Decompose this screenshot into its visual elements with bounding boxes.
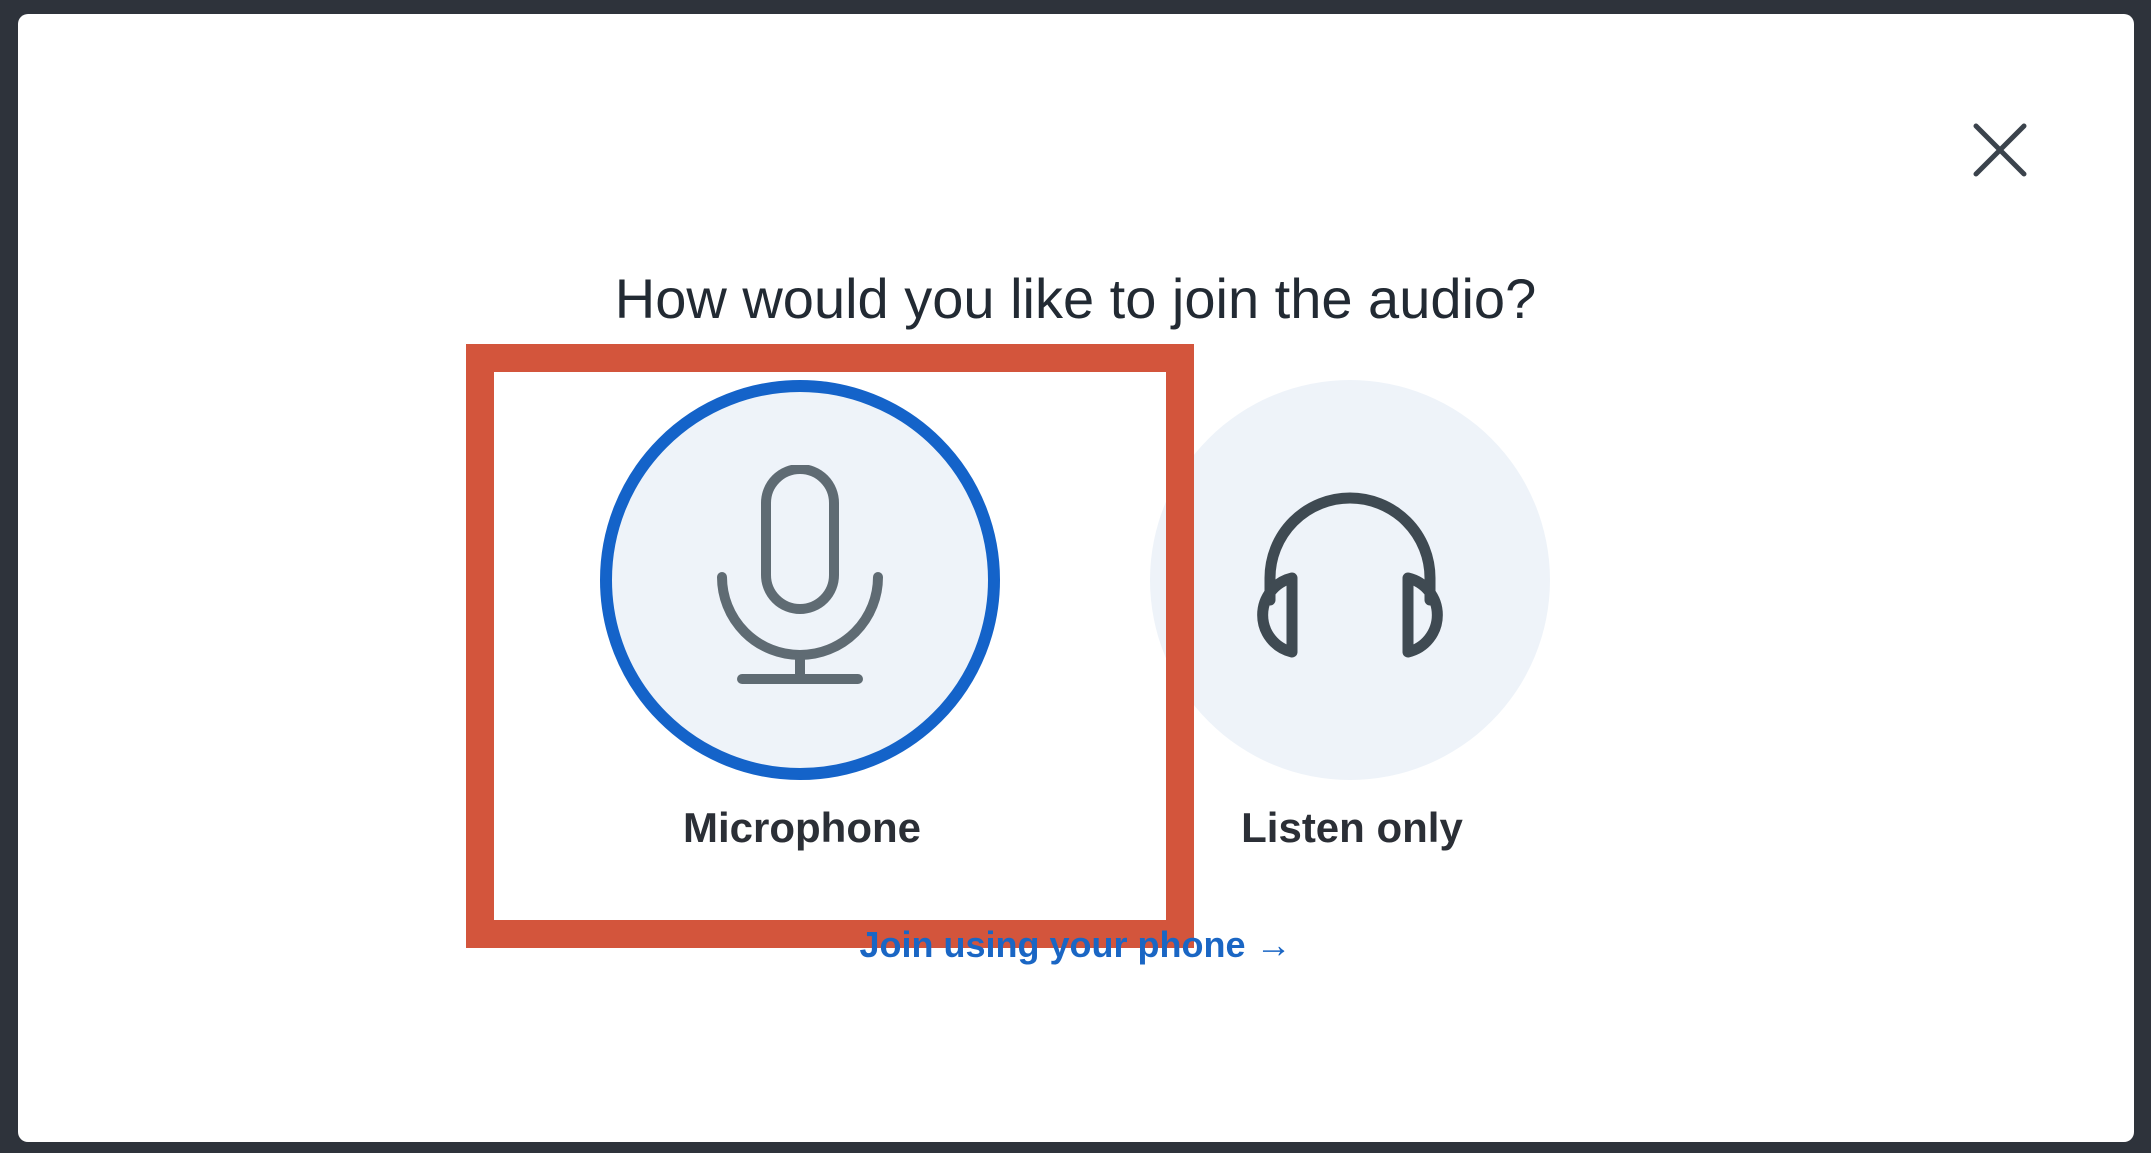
listen-only-option-label: Listen only [1241, 804, 1463, 851]
microphone-option-button[interactable]: Microphone [592, 374, 1012, 874]
join-audio-modal [18, 14, 2134, 1142]
listen-only-option-button[interactable]: Listen only [1142, 374, 1562, 874]
join-by-phone-link[interactable]: Join using your phone → [860, 924, 1292, 965]
headphones-icon [1257, 492, 1443, 658]
close-button[interactable] [1958, 108, 2042, 192]
close-icon[interactable] [1970, 120, 2030, 180]
microphone-option-circle[interactable] [600, 380, 1000, 780]
microphone-icon [717, 465, 883, 684]
listen-only-option-circle[interactable] [1150, 380, 1550, 780]
join-by-phone-link-row: Join using your phone → [0, 924, 2151, 966]
dialog-title: How would you like to join the audio? [614, 267, 1537, 330]
microphone-option-label: Microphone [683, 804, 921, 851]
